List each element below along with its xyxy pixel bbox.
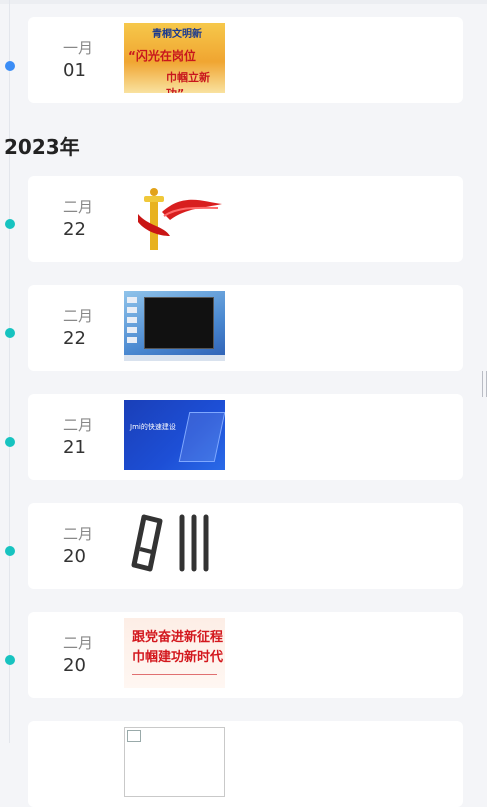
timeline-dot (5, 328, 15, 338)
timeline-card[interactable]: 二月 22 (28, 176, 463, 262)
month-label: 二月 (63, 307, 94, 325)
timeline-card[interactable]: 二月 22 (28, 285, 463, 371)
day-label: 21 (63, 437, 86, 458)
timeline-dot (5, 655, 15, 665)
poster-thumbnail[interactable]: 青桐文明新 “闪光在岗位 巾帼立新功” (124, 23, 225, 93)
month-label: 二月 (63, 525, 94, 543)
timeline-dot (5, 546, 15, 556)
month-label: 二月 (63, 634, 94, 652)
timeline-dot (5, 219, 15, 229)
poster-main-text-1: “闪光在岗位 (128, 49, 196, 63)
day-label: 22 (63, 328, 86, 349)
month-label: 二月 (63, 198, 94, 216)
timeline-dot (5, 437, 15, 447)
month-label: 一月 (63, 39, 94, 57)
desktop-screenshot-thumbnail[interactable] (124, 291, 225, 361)
day-label: 20 (63, 655, 86, 676)
huabiao-ribbon-icon[interactable] (124, 182, 225, 252)
timeline-line (9, 0, 10, 743)
timeline-card[interactable]: 二月 20 跟党奋进新征程 巾帼建功新时代 (28, 612, 463, 698)
day-label: 20 (63, 546, 86, 567)
desktop-icons (127, 297, 137, 343)
timeline-card[interactable] (28, 721, 463, 807)
banner-line-2: 巾帼建功新时代 (132, 650, 224, 665)
taskbar (124, 355, 225, 361)
poster-top-text: 青桐文明新 (152, 29, 202, 40)
slide-graphic (178, 412, 225, 462)
broken-image-icon[interactable] (124, 727, 225, 797)
day-label: 01 (63, 60, 86, 81)
books-icon[interactable] (124, 509, 225, 579)
banner-divider (132, 674, 217, 675)
timeline-dot (5, 61, 15, 71)
poster-main-text-2: 巾帼立新功” (166, 71, 210, 93)
timeline-card[interactable]: 二月 20 (28, 503, 463, 589)
broken-image-glyph (127, 730, 141, 742)
scrollbar-handle[interactable] (482, 371, 487, 397)
banner-thumbnail[interactable]: 跟党奋进新征程 巾帼建功新时代 (124, 618, 225, 688)
timeline-card[interactable]: 一月 01 青桐文明新 “闪光在岗位 巾帼立新功” (28, 17, 463, 103)
slide-title: Jmi的快速建设 (130, 423, 176, 431)
day-label: 22 (63, 219, 86, 240)
terminal-window (144, 297, 214, 349)
month-label: 二月 (63, 416, 94, 434)
presentation-thumbnail[interactable]: Jmi的快速建设 (124, 400, 225, 470)
year-heading: 2023年 (4, 135, 80, 159)
top-edge (0, 0, 487, 4)
banner-line-1: 跟党奋进新征程 (132, 630, 224, 645)
timeline-card[interactable]: 二月 21 Jmi的快速建设 (28, 394, 463, 480)
